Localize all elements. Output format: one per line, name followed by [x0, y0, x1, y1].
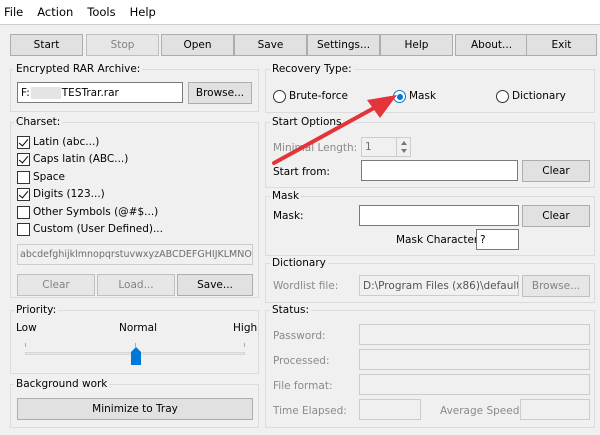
radio-mask-label: Mask — [409, 90, 437, 102]
minimize-to-tray-button[interactable]: Minimize to Tray — [17, 398, 253, 420]
checkbox-caps-latin-label: Caps latin (ABC...) — [33, 153, 129, 165]
custom-charset-input[interactable]: abcdefghijklmnopqrstuvwxyzABCDEFGHIJKLMN… — [17, 244, 253, 265]
average-speed-label: Average Speed: — [440, 405, 523, 417]
exit-button[interactable]: Exit — [526, 34, 597, 56]
start-from-clear-button[interactable]: Clear — [522, 160, 590, 182]
checkbox-other-symbols-label: Other Symbols (@#$...) — [33, 206, 159, 218]
wordlist-label: Wordlist file: — [273, 280, 339, 292]
checkbox-space-label: Space — [33, 171, 65, 183]
charset-clear-button[interactable]: Clear — [17, 274, 95, 296]
mask-legend: Mask — [270, 190, 302, 202]
processed-field — [359, 349, 590, 370]
charset-load-button[interactable]: Load... — [97, 274, 175, 296]
stop-button[interactable]: Stop — [86, 34, 159, 56]
password-field — [359, 324, 590, 345]
redacted-path-segment — [30, 86, 61, 99]
priority-slider-thumb[interactable] — [130, 346, 142, 366]
charset-save-button[interactable]: Save... — [177, 274, 253, 296]
menu-help[interactable]: Help — [123, 0, 163, 24]
radio-dictionary[interactable] — [496, 90, 509, 103]
menu-tools[interactable]: Tools — [80, 0, 122, 24]
checkbox-digits[interactable] — [17, 188, 30, 201]
checkbox-custom[interactable] — [17, 223, 30, 236]
menu-bar: File Action Tools Help — [0, 0, 600, 24]
time-elapsed-field — [359, 399, 421, 420]
mask-input[interactable] — [359, 205, 519, 226]
radio-dictionary-label: Dictionary — [512, 90, 566, 102]
priority-low-label: Low — [16, 322, 37, 334]
checkbox-other-symbols[interactable] — [17, 206, 30, 219]
help-button[interactable]: Help — [380, 34, 453, 56]
mask-character-label: Mask Character: — [396, 234, 482, 246]
checkbox-digits-label: Digits (123...) — [33, 188, 105, 200]
archive-browse-button[interactable]: Browse... — [188, 82, 252, 104]
min-length-label: Minimal Length: — [273, 142, 358, 154]
checkbox-custom-label: Custom (User Defined)... — [33, 223, 163, 235]
checkbox-latin[interactable] — [17, 136, 30, 149]
mask-character-input[interactable]: ? — [476, 229, 519, 250]
save-button[interactable]: Save — [234, 34, 307, 56]
menu-file[interactable]: File — [0, 0, 30, 24]
start-from-label: Start from: — [273, 166, 330, 178]
start-button[interactable]: Start — [10, 34, 83, 56]
open-button[interactable]: Open — [161, 34, 234, 56]
password-label: Password: — [273, 330, 326, 342]
mask-label: Mask: — [273, 210, 304, 222]
archive-legend: Encrypted RAR Archive: — [14, 63, 143, 75]
recovery-legend: Recovery Type: — [270, 63, 354, 75]
background-legend: Background work — [14, 378, 110, 390]
spinner-down-icon[interactable] — [401, 149, 407, 153]
priority-normal-label: Normal — [119, 322, 157, 334]
radio-brute-force[interactable] — [273, 90, 286, 103]
checkbox-caps-latin[interactable] — [17, 153, 30, 166]
spinner-up-icon[interactable] — [401, 141, 407, 145]
status-legend: Status: — [270, 304, 311, 316]
priority-legend: Priority: — [14, 304, 59, 316]
archive-path-input[interactable]: F: TESTrar.rar — [17, 82, 183, 103]
menu-divider — [0, 24, 600, 25]
start-options-legend: Start Options — [270, 116, 344, 128]
file-format-field — [359, 374, 590, 395]
archive-path-suffix: TESTrar.rar — [61, 86, 119, 99]
checkbox-latin-label: Latin (abc...) — [33, 136, 100, 148]
mask-clear-button[interactable]: Clear — [522, 205, 590, 227]
settings-button[interactable]: Settings... — [307, 34, 380, 56]
priority-high-label: High — [233, 322, 258, 334]
average-speed-field — [520, 399, 590, 420]
min-length-value: 1 — [365, 141, 372, 153]
radio-brute-force-label: Brute-force — [289, 90, 348, 102]
file-format-label: File format: — [273, 380, 333, 392]
about-button[interactable]: About... — [455, 34, 528, 56]
dictionary-legend: Dictionary — [270, 257, 328, 269]
checkbox-space[interactable] — [17, 171, 30, 184]
wordlist-browse-button[interactable]: Browse... — [522, 275, 590, 297]
processed-label: Processed: — [273, 355, 330, 367]
spinner-arrows[interactable] — [396, 138, 410, 156]
charset-legend: Charset: — [14, 116, 63, 128]
wordlist-input[interactable]: D:\Program Files (x86)\default_e — [359, 275, 519, 296]
menu-action[interactable]: Action — [30, 0, 80, 24]
radio-mask[interactable] — [393, 90, 406, 103]
time-elapsed-label: Time Elapsed: — [273, 405, 347, 417]
archive-path-prefix: F: — [21, 86, 30, 99]
start-from-input[interactable] — [361, 160, 518, 181]
